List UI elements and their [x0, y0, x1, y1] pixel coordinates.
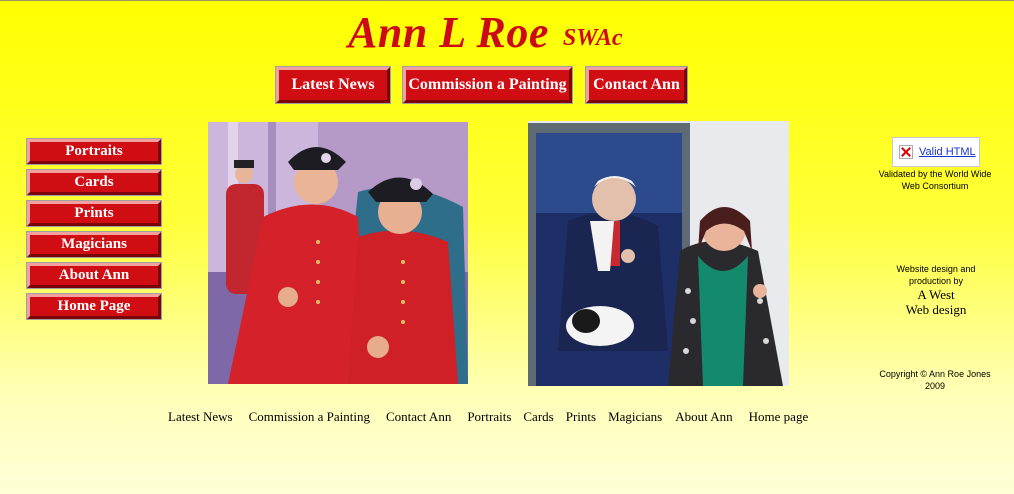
valid-html-badge[interactable]: Valid HTML [892, 137, 980, 167]
footer-link-commission[interactable]: Commission a Painting [249, 409, 370, 424]
sidebar-item-about-ann[interactable]: About Ann [26, 262, 162, 289]
footer-link-cards[interactable]: Cards [523, 409, 553, 424]
footer-link-home-page[interactable]: Home page [749, 409, 809, 424]
design-caption: Website design and production by [896, 264, 976, 286]
commission-painting-button[interactable]: Commission a Painting [402, 66, 573, 104]
pensioners-painting-image [208, 122, 468, 384]
designer-name[interactable]: A West [880, 287, 992, 302]
footer-link-magicians[interactable]: Magicians [608, 409, 662, 424]
footer-nav: Latest News Commission a Painting Contact … [168, 409, 808, 425]
site-title: Ann L Roe SWAc [348, 7, 623, 58]
sidebar-item-portraits[interactable]: Portraits [26, 138, 162, 165]
sidebar-item-prints[interactable]: Prints [26, 200, 162, 227]
footer-link-prints[interactable]: Prints [566, 409, 596, 424]
ann-with-portrait-image [528, 121, 789, 386]
footer-link-latest-news[interactable]: Latest News [168, 409, 233, 424]
sidebar-item-home-page[interactable]: Home Page [26, 293, 162, 320]
broken-image-icon [899, 145, 913, 159]
contact-ann-button[interactable]: Contact Ann [585, 66, 688, 104]
footer-link-contact-ann[interactable]: Contact Ann [386, 409, 451, 424]
artist-name: Ann L Roe [348, 8, 549, 57]
footer-link-about-ann[interactable]: About Ann [675, 409, 732, 424]
footer-link-portraits[interactable]: Portraits [467, 409, 511, 424]
designer-tagline[interactable]: Web design [880, 302, 992, 317]
latest-news-button[interactable]: Latest News [275, 66, 391, 104]
validation-caption: Validated by the World Wide Web Consorti… [878, 169, 992, 191]
valid-html-badge-text: Valid HTML [919, 146, 976, 158]
sidebar-item-cards[interactable]: Cards [26, 169, 162, 196]
copyright-notice: Copyright © Ann Roe Jones 2009 [879, 369, 991, 391]
artist-credential: SWAc [562, 25, 623, 51]
sidebar-item-magicians[interactable]: Magicians [26, 231, 162, 258]
